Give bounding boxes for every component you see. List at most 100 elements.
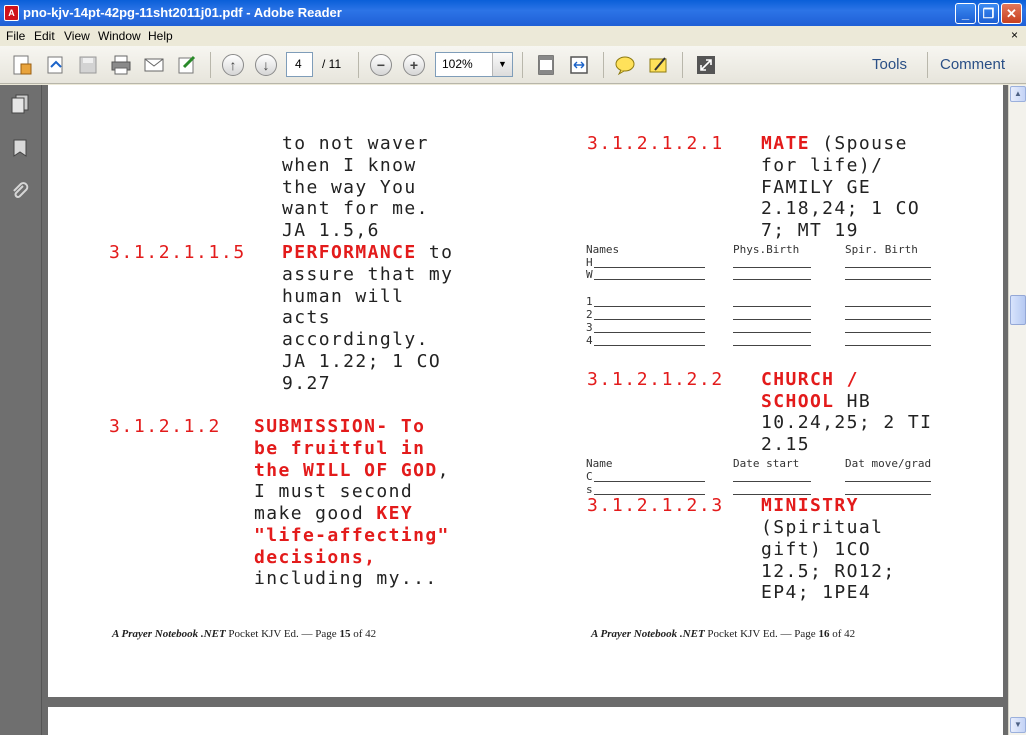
blank-line (733, 345, 811, 346)
sticky-note-icon[interactable] (613, 53, 637, 77)
blank-line (733, 481, 811, 482)
text-line: 7; MT 19 (761, 220, 859, 241)
blank-line (733, 332, 811, 333)
blank-line (845, 332, 931, 333)
previous-page-button[interactable]: ↑ (221, 53, 245, 77)
section-number: 3.1.2.1.1.5 (109, 242, 246, 263)
text-line: (Spiritual (761, 517, 884, 538)
blank-line (594, 279, 705, 280)
page-footer: A Prayer Notebook .NET Pocket KJV Ed. — … (591, 628, 855, 640)
blank-line (594, 332, 705, 333)
window-title: pno-kjv-14pt-42pg-11sht2011j01.pdf - Ado… (23, 5, 342, 20)
text-span: the WILL OF GOD (254, 460, 438, 481)
text-line: "life-affecting" (254, 525, 450, 546)
text-line: when I know (282, 155, 417, 176)
create-pdf-icon[interactable] (10, 53, 34, 77)
save-icon[interactable] (76, 53, 100, 77)
scrollbar-thumb[interactable] (1010, 295, 1026, 325)
blank-line (594, 267, 705, 268)
scroll-down-icon[interactable]: ▼ (1010, 717, 1026, 733)
blank-line (594, 481, 705, 482)
text-line: 12.5; RO12; (761, 561, 896, 582)
text-line: I must second (254, 481, 414, 502)
sign-icon[interactable] (175, 53, 199, 77)
arrow-up-icon: ↑ (222, 54, 244, 76)
zoom-select[interactable]: 102% ▼ (435, 52, 513, 77)
page-footer: A Prayer Notebook .NET Pocket KJV Ed. — … (112, 628, 376, 640)
full-screen-icon[interactable] (694, 53, 718, 77)
blank-line (733, 267, 811, 268)
scroll-up-icon[interactable]: ▲ (1010, 86, 1026, 102)
email-icon[interactable] (142, 53, 166, 77)
tools-pane-button[interactable]: Tools (872, 56, 907, 73)
blank-line (845, 345, 931, 346)
section-number: 3.1.2.1.2.1 (587, 133, 724, 154)
table-row-label: W (586, 268, 593, 281)
next-pdf-page (48, 707, 1003, 735)
title-bar: A pno-kjv-14pt-42pg-11sht2011j01.pdf - A… (0, 0, 1026, 26)
text-line: decisions, (254, 547, 377, 568)
text-line: acts (282, 307, 331, 328)
page-thumbnails-icon[interactable] (9, 93, 31, 115)
comment-pane-button[interactable]: Comment (940, 56, 1005, 73)
text-line: assure that my (282, 264, 454, 285)
footer-of: of 42 (829, 628, 856, 640)
text-span: make good (254, 503, 377, 524)
text-line: 2.15 (761, 434, 810, 455)
text-span: , (437, 460, 450, 481)
minimize-button[interactable]: _ (955, 3, 976, 24)
table-row-label: C (586, 470, 593, 483)
menu-edit[interactable]: Edit (34, 29, 55, 43)
heading-submission: SUBMISSION- To (254, 416, 426, 437)
blank-line (845, 267, 931, 268)
text-line: gift) 1CO (761, 539, 872, 560)
footer-brand: A Prayer Notebook .NET (112, 628, 226, 640)
next-page-button[interactable]: ↓ (254, 53, 278, 77)
vertical-scrollbar[interactable]: ▲ ▼ (1008, 85, 1026, 735)
section-number: 3.1.2.1.2 (109, 416, 221, 437)
text-line: 9.27 (282, 373, 331, 394)
table-row-label: 2 (586, 308, 593, 321)
table-row-label: 3 (586, 321, 593, 334)
print-icon[interactable] (109, 53, 133, 77)
heading-church: CHURCH / (761, 369, 859, 390)
open-icon[interactable] (43, 53, 67, 77)
bookmarks-icon[interactable] (9, 137, 31, 159)
menu-window[interactable]: Window (98, 29, 141, 43)
text-line: to not waver (282, 133, 429, 154)
heading-ministry: MINISTRY (761, 495, 859, 516)
text-line: 10.24,25; 2 TI (761, 412, 933, 433)
close-button[interactable]: ✕ (1001, 3, 1022, 24)
text-line: accordingly. (282, 329, 429, 350)
highlight-icon[interactable] (646, 53, 670, 77)
blank-line (733, 306, 811, 307)
zoom-in-button[interactable]: + (402, 53, 426, 77)
attachments-icon[interactable] (9, 180, 31, 202)
menu-view[interactable]: View (64, 29, 90, 43)
page-number-input[interactable]: 4 (286, 52, 313, 77)
zoom-out-button[interactable]: − (369, 53, 393, 77)
text-line: human will (282, 286, 405, 307)
menu-help[interactable]: Help (148, 29, 173, 43)
maximize-button[interactable]: ❐ (978, 3, 999, 24)
blank-line (845, 306, 931, 307)
blank-line (845, 481, 931, 482)
text-line: EP4; 1PE4 (761, 582, 872, 603)
text-span: to (416, 242, 454, 263)
blank-line (594, 345, 705, 346)
fit-width-icon[interactable] (567, 53, 591, 77)
text-line: want for me. (282, 198, 429, 219)
text-span: HB (834, 391, 872, 412)
text-line: for life)/ (761, 155, 884, 176)
document-close-button[interactable]: × (1011, 28, 1018, 42)
document-area[interactable]: to not waver when I know the way You wan… (42, 85, 1008, 735)
text-span: (Spouse (809, 133, 908, 154)
footer-text: Pocket KJV Ed. — Page (225, 628, 340, 640)
text-line: SCHOOL HB (761, 391, 871, 412)
fit-page-icon[interactable] (534, 53, 558, 77)
minus-icon: − (370, 54, 392, 76)
text-line: the way You (282, 177, 417, 198)
chevron-down-icon[interactable]: ▼ (492, 53, 512, 76)
section-number: 3.1.2.1.2.2 (587, 369, 724, 390)
menu-file[interactable]: File (6, 29, 25, 43)
